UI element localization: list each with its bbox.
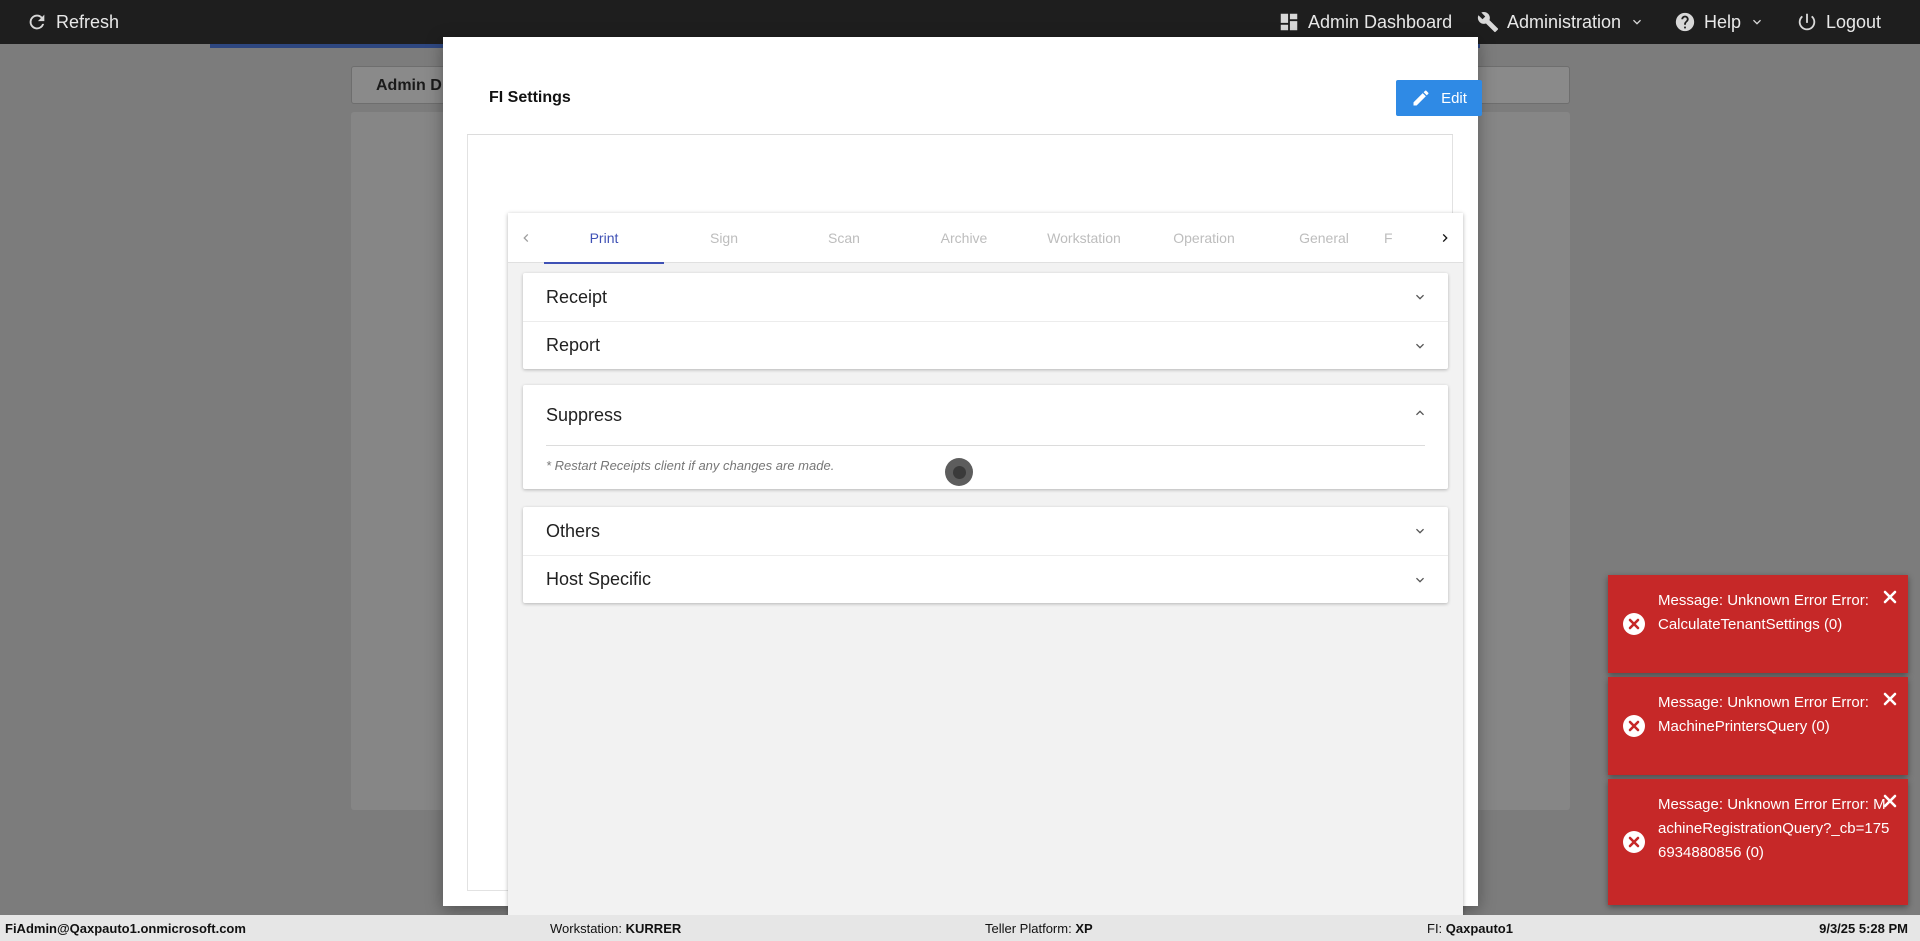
modal-title: FI Settings: [489, 89, 571, 106]
footer-user: FiAdmin@Qaxpauto1.onmicrosoft.com: [5, 921, 246, 936]
print-panels-group-2: Others Host Specific: [523, 507, 1448, 603]
footer-datetime: 9/3/25 5:28 PM: [1819, 921, 1908, 936]
suppress-panel-title: Suppress: [546, 404, 623, 425]
error-toast: Message: Unknown Error Error: MachineReg…: [1608, 779, 1908, 905]
tab-f-truncated[interactable]: F: [1384, 213, 1428, 263]
footer-teller-platform: Teller Platform: XP: [985, 921, 1093, 936]
others-panel-title: Others: [546, 520, 601, 541]
toast-message: Message: Unknown Error Error: CalculateT…: [1658, 592, 1869, 633]
report-panel-title: Report: [546, 335, 601, 355]
chevron-up-icon: [1416, 410, 1424, 416]
others-panel-header[interactable]: Others: [523, 507, 1448, 555]
logout-button[interactable]: Logout: [1796, 0, 1881, 44]
modal-body: Print Sign Scan Archive Workstation Oper…: [467, 135, 1463, 941]
report-panel-header[interactable]: Report: [523, 321, 1448, 369]
help-icon: [1675, 12, 1695, 32]
chevron-down-icon: [1633, 19, 1642, 25]
error-toast: Message: Unknown Error Error: MachinePri…: [1608, 677, 1908, 775]
pencil-icon: [1413, 90, 1429, 106]
refresh-icon: [29, 14, 45, 30]
chevron-down-icon: [1753, 19, 1762, 25]
dashboard-icon: [1280, 13, 1298, 31]
help-label: Help: [1704, 11, 1742, 32]
power-icon: [1798, 13, 1816, 31]
loading-spinner: [945, 458, 973, 486]
error-icon: [1623, 613, 1645, 635]
footer-workstation-value: KURRER: [625, 921, 682, 936]
receipt-panel-header[interactable]: Receipt: [523, 273, 1448, 321]
tab-workstation[interactable]: Workstation: [1024, 213, 1144, 263]
tabs-scroll-right-button[interactable]: [1427, 213, 1463, 263]
footer-fi: FI: Qaxpauto1: [1427, 921, 1513, 936]
tab-archive[interactable]: Archive: [904, 213, 1024, 263]
footer-fi-value: Qaxpauto1: [1445, 921, 1513, 936]
chevron-right-icon: [1442, 234, 1448, 242]
background-page-title: Admin D: [376, 77, 442, 94]
tab-general[interactable]: General: [1264, 213, 1384, 263]
settings-tabs: Print Sign Scan Archive Workstation Oper…: [508, 213, 1463, 264]
modal-header: FI Settings Edit: [467, 57, 1482, 135]
error-icon: [1623, 831, 1645, 853]
close-icon[interactable]: [1882, 691, 1898, 707]
suppress-panel: Suppress * Restart Receipts client if an…: [523, 385, 1448, 489]
settings-card: Print Sign Scan Archive Workstation Oper…: [508, 213, 1463, 941]
wrench-icon: [1477, 12, 1499, 33]
footer-workstation-label: Workstation:: [550, 921, 623, 936]
admin-dashboard-label: Admin Dashboard: [1308, 11, 1453, 32]
host-specific-panel-title: Host Specific: [546, 569, 652, 589]
footer-workstation: Workstation: KURRER: [550, 921, 681, 936]
tabs-scroll-left-button[interactable]: [508, 213, 544, 263]
close-icon[interactable]: [1882, 589, 1898, 605]
edit-label: Edit: [1441, 89, 1467, 107]
logout-label: Logout: [1826, 11, 1882, 32]
status-footer: FiAdmin@Qaxpauto1.onmicrosoft.com Workst…: [0, 915, 1920, 941]
chevron-down-icon: [1416, 528, 1424, 534]
chevron-left-icon: [523, 234, 529, 242]
footer-fi-label: FI:: [1427, 921, 1443, 936]
receipt-panel-title: Receipt: [546, 286, 608, 307]
tab-print[interactable]: Print: [544, 213, 664, 264]
chevron-down-icon: [1416, 577, 1424, 583]
administration-label: Administration: [1507, 11, 1622, 32]
suppress-panel-header[interactable]: Suppress: [523, 385, 1448, 445]
tab-sign[interactable]: Sign: [664, 213, 784, 263]
error-icon: [1623, 715, 1645, 737]
chevron-down-icon: [1416, 343, 1424, 349]
tab-operation[interactable]: Operation: [1144, 213, 1264, 263]
close-icon[interactable]: [1882, 793, 1898, 809]
toast-message: Message: Unknown Error Error: MachinePri…: [1658, 694, 1869, 735]
toast-message: Message: Unknown Error Error: MachineReg…: [1658, 796, 1890, 861]
host-specific-panel-header[interactable]: Host Specific: [523, 555, 1448, 603]
tab-scan[interactable]: Scan: [784, 213, 904, 263]
refresh-button[interactable]: Refresh: [26, 0, 119, 44]
administration-menu[interactable]: Administration: [1477, 0, 1645, 44]
print-panels-group-1: Receipt Report: [523, 273, 1448, 369]
refresh-label: Refresh: [56, 11, 120, 32]
chevron-down-icon: [1416, 294, 1424, 300]
footer-teller-label: Teller Platform:: [985, 921, 1072, 936]
edit-button[interactable]: Edit: [1396, 80, 1482, 116]
help-menu[interactable]: Help: [1674, 0, 1765, 44]
suppress-note: * Restart Receipts client if any changes…: [546, 458, 835, 473]
footer-teller-value: XP: [1075, 921, 1093, 936]
error-toast: Message: Unknown Error Error: CalculateT…: [1608, 575, 1908, 673]
